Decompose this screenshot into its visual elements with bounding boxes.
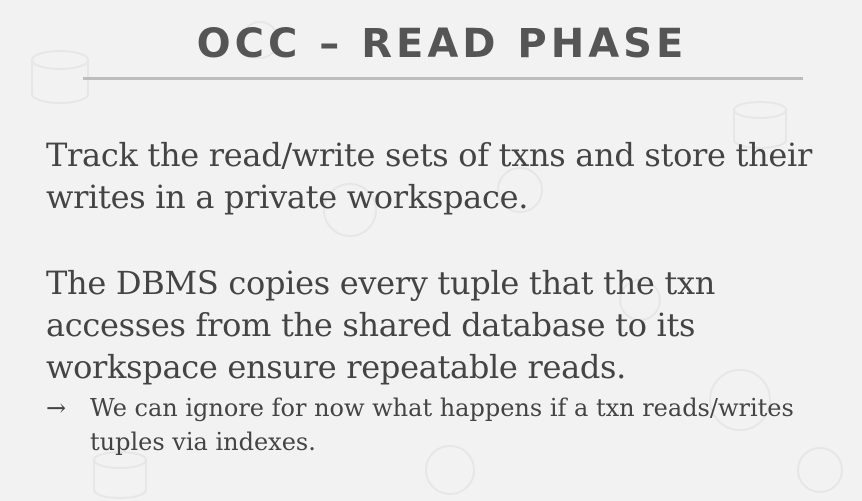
paragraph-1: Track the read/write sets of txns and st… [46, 136, 812, 216]
sub-bullet-text: We can ignore for now what happens if a … [90, 394, 794, 456]
slide: OCC – READ PHASE Track the read/write se… [0, 0, 862, 501]
sub-bullet: → We can ignore for now what happens if … [46, 391, 806, 459]
arrow-right-icon: → [46, 394, 67, 422]
title-divider [83, 77, 803, 80]
paragraph-2: The DBMS copies every tuple that the txn… [46, 264, 716, 386]
slide-title: OCC – READ PHASE [196, 21, 688, 67]
